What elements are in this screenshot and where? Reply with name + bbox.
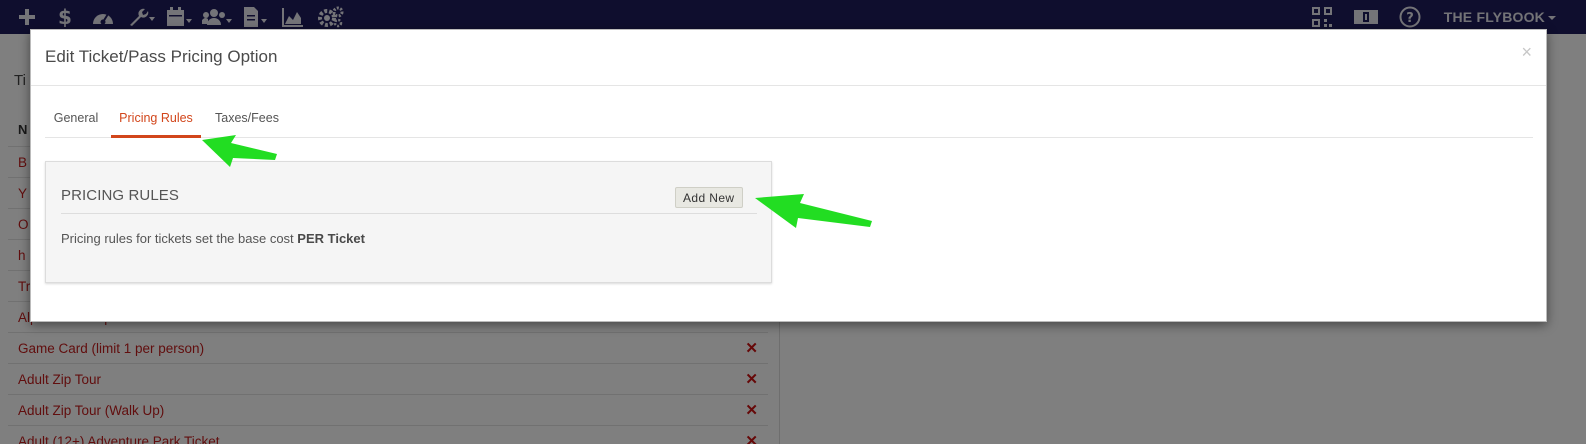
tab-pricing-rules[interactable]: Pricing Rules <box>111 102 201 138</box>
pricing-rules-description: Pricing rules for tickets set the base c… <box>61 231 365 246</box>
tab-general[interactable]: General <box>45 102 107 138</box>
description-text: Pricing rules for tickets set the base c… <box>61 231 298 246</box>
annotation-arrow-icon <box>202 135 277 167</box>
close-icon[interactable]: × <box>1521 42 1532 63</box>
divider <box>61 213 757 214</box>
pricing-rules-heading: PRICING RULES <box>61 187 179 204</box>
annotation-arrow-icon <box>755 194 872 228</box>
description-emphasis: PER Ticket <box>297 231 365 246</box>
pricing-rules-panel: PRICING RULES Add New Pricing rules for … <box>45 161 772 283</box>
modal-title: Edit Ticket/Pass Pricing Option <box>45 47 278 66</box>
add-new-button[interactable]: Add New <box>675 187 743 208</box>
modal-header: Edit Ticket/Pass Pricing Option × <box>31 30 1546 86</box>
edit-pricing-option-modal: Edit Ticket/Pass Pricing Option × Genera… <box>30 29 1547 322</box>
